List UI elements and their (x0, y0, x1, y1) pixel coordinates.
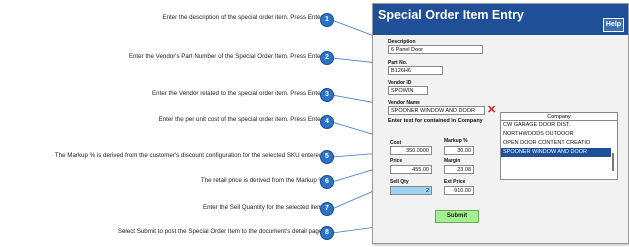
markup-label: Markup % (444, 138, 468, 144)
callout-text-6: The retail price is derived from the Mar… (200, 177, 324, 184)
callout-badge-8: 8 (320, 226, 334, 240)
help-button[interactable]: Help (603, 18, 624, 32)
sell-qty-field[interactable]: 2 (390, 186, 432, 195)
callout-badge-3: 3 (320, 88, 334, 102)
callout-badge-4: 4 (320, 115, 334, 129)
company-list[interactable]: CW GARAGE DOOR DIST. NORTHWOODS OUTDOOR … (500, 120, 618, 180)
submit-button[interactable]: Submit (435, 210, 479, 223)
vendor-id-field[interactable]: SPOWIN (388, 86, 428, 95)
callout-badge-1: 1 (320, 13, 334, 27)
special-order-window: Special Order Item Entry Help Descriptio… (372, 3, 629, 244)
margin-field[interactable]: 23.08 (444, 165, 474, 174)
company-list-header: Company (500, 112, 618, 120)
callout-text-5: The Markup % is derived from the custome… (54, 152, 324, 159)
company-list-item[interactable]: OPEN DOOR CONTENT CREATIO (501, 139, 611, 148)
price-label: Price (390, 158, 403, 164)
callout-text-7: Enter the Sell Quantity for the selected… (202, 204, 324, 211)
company-list-scrollbar[interactable] (610, 123, 616, 178)
clear-vendor-icon[interactable]: ✕ (487, 105, 496, 116)
price-field[interactable]: 455.00 (390, 165, 432, 174)
margin-label: Margin (444, 158, 461, 164)
callout-text-4: Enter the per unit cost of the special o… (158, 116, 324, 123)
ext-price-field: 910.00 (444, 186, 474, 195)
ext-price-label: Ext Price (444, 179, 466, 185)
callout-badge-7: 7 (320, 202, 334, 216)
cost-field[interactable]: 350.0000 (390, 146, 432, 155)
callout-badge-6: 6 (320, 175, 334, 189)
part-number-field[interactable]: B126H6 (388, 66, 443, 75)
callout-text-8: Select Submit to post the Special Order … (117, 228, 324, 235)
sell-qty-label: Sell Qty (390, 179, 409, 185)
callout-text-1: Enter the description of the special ord… (162, 14, 324, 21)
markup-field[interactable]: 30.00 (444, 146, 474, 155)
callout-text-3: Enter the Vendor related to the special … (152, 90, 324, 97)
callout-badge-2: 2 (320, 51, 334, 65)
window-titlebar: Special Order Item Entry Help (373, 4, 628, 35)
vendor-name-field[interactable]: SPOONER WINDOW AND DOOR (388, 106, 485, 115)
company-list-item[interactable]: CW GARAGE DOOR DIST. (501, 121, 611, 130)
callout-badge-5: 5 (320, 150, 334, 164)
company-list-item[interactable]: NORTHWOODS OUTDOOR (501, 130, 611, 139)
company-search-note: Enter text for contained in Company (388, 118, 483, 124)
window-title: Special Order Item Entry (378, 8, 524, 22)
company-list-item-selected[interactable]: SPOONER WINDOW AND DOOR (501, 148, 611, 157)
scrollbar-thumb[interactable] (612, 153, 614, 171)
description-field[interactable]: 6 Panel Door (388, 45, 483, 54)
callout-text-2: Enter the Vendor's Part Number of the Sp… (128, 53, 324, 60)
